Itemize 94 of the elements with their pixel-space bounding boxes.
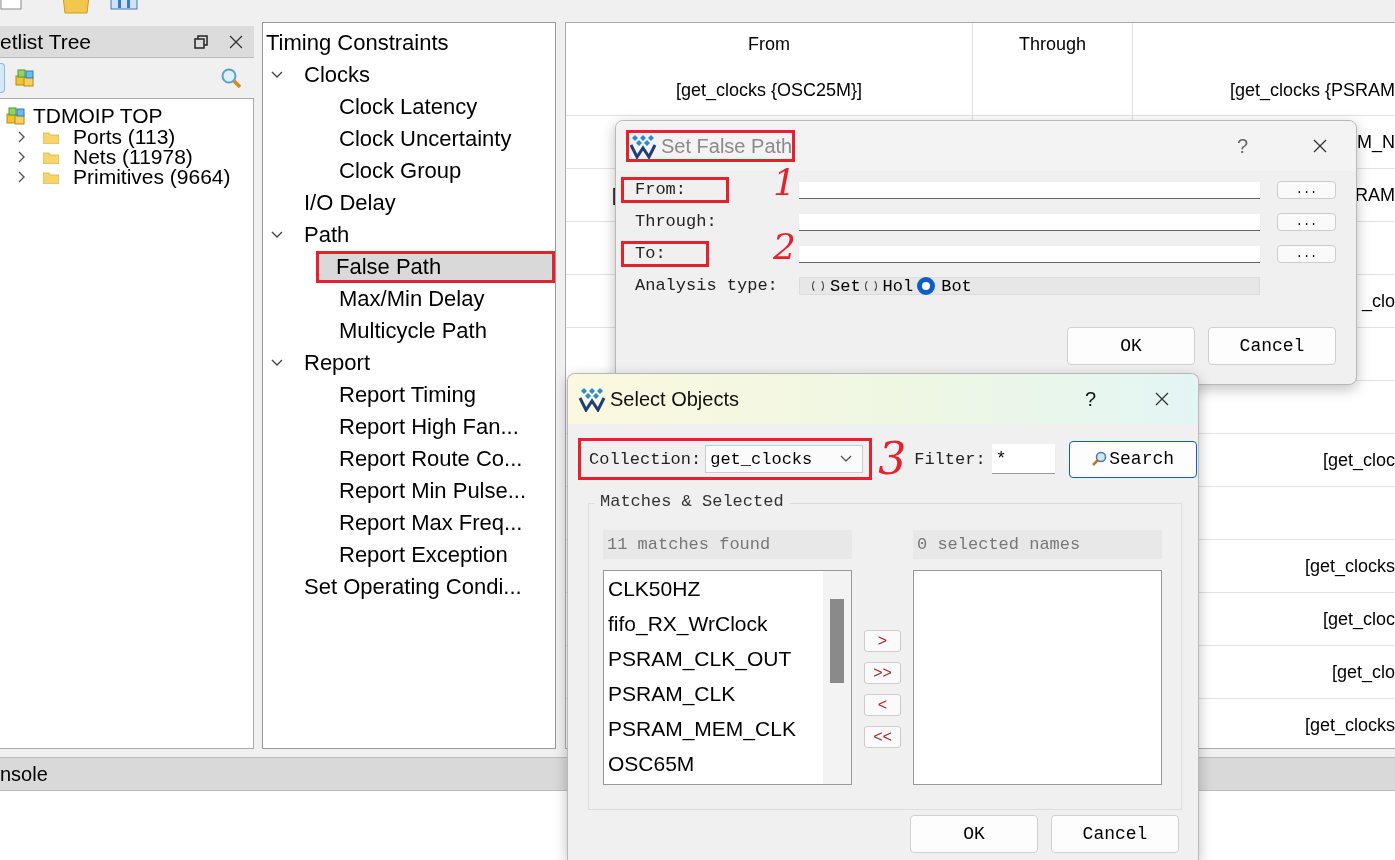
tree-item[interactable]: Report Route Co...	[336, 443, 555, 475]
list-item[interactable]: OSC65M	[608, 750, 823, 785]
tree-item[interactable]: Report Timing	[336, 379, 555, 411]
dialog-button[interactable]: Cancel	[1208, 327, 1336, 365]
dialog-button[interactable]: OK	[1067, 327, 1195, 365]
logo-icon	[629, 133, 657, 159]
folder-icon	[62, 0, 90, 14]
tree-item[interactable]: Nets (11978)	[73, 147, 193, 167]
tree-item[interactable]: Report Max Freq...	[336, 507, 555, 539]
folder-icon	[43, 170, 59, 184]
tree-item[interactable]: Clocks	[301, 59, 555, 91]
table-cell: [get_cloc	[1322, 608, 1395, 630]
move-button[interactable]: >>	[864, 662, 901, 684]
help-button[interactable]: ?	[1084, 387, 1096, 411]
page-icon	[0, 0, 22, 10]
tree-item[interactable]: Ports (113)	[73, 127, 176, 147]
table-cell: M_N	[1357, 131, 1395, 153]
panel-title: etlist Tree	[0, 29, 93, 54]
count-label: 0 selected names	[913, 530, 1162, 559]
close-icon	[1154, 391, 1170, 407]
tree-item[interactable]: Path	[301, 219, 555, 251]
move-button[interactable]: <	[864, 694, 901, 716]
column-header[interactable]: From	[748, 33, 790, 55]
annotation-number: 2	[773, 229, 796, 265]
tree-item[interactable]: False Path	[316, 251, 555, 283]
tree-item[interactable]: Report High Fan...	[336, 411, 555, 443]
table-cell: [get_clocks	[1304, 555, 1395, 577]
dialog-button[interactable]: OK	[910, 815, 1038, 853]
field-label: Through:	[634, 211, 718, 233]
folder-icon	[43, 150, 59, 164]
restore-icon	[194, 34, 208, 49]
browse-button[interactable]: ...	[1277, 181, 1336, 199]
field-label: Filter:	[914, 449, 986, 469]
table-cell: [get_cloc	[1322, 449, 1395, 471]
field-label: From:	[621, 177, 729, 203]
column-header[interactable]: Through	[1018, 33, 1086, 55]
radio-option[interactable]: Bot	[917, 276, 972, 296]
list-item[interactable]: PSRAM_MEM_CLK	[608, 715, 823, 750]
browse-button[interactable]: ...	[1277, 213, 1336, 231]
search-icon	[220, 67, 242, 89]
cubes-icon	[15, 69, 35, 87]
scrollbar[interactable]	[823, 571, 851, 784]
field-label: Collection:	[589, 449, 702, 469]
list-item[interactable]: CLK50HZ	[608, 575, 823, 610]
tree-item[interactable]: Report	[301, 347, 555, 379]
logo-icon	[578, 386, 606, 412]
table-cell: _clo	[1361, 290, 1395, 312]
search-icon	[1091, 451, 1108, 467]
browse-button[interactable]: ...	[1277, 245, 1336, 263]
dialog-button[interactable]: Cancel	[1051, 815, 1179, 853]
folder-icon	[43, 130, 59, 144]
dialog-title: Set False Path	[661, 134, 793, 158]
list-item[interactable]: PSRAM_CLK_OUT	[608, 645, 823, 680]
tree-item[interactable]: Max/Min Delay	[336, 283, 555, 315]
field-label: To:	[621, 241, 709, 267]
table-cell: [get_clocks {PSRAM	[1229, 79, 1395, 101]
search-button[interactable]: Search	[1068, 440, 1197, 478]
move-button[interactable]: >	[864, 630, 901, 652]
field-label: Analysis type:	[634, 276, 779, 296]
count-label: 11 matches found	[603, 530, 852, 559]
tree-item[interactable]: Set Operating Condi...	[301, 571, 555, 603]
tree-item[interactable]: Clock Uncertainty	[336, 123, 555, 155]
dialog-title: Select Objects	[610, 387, 739, 411]
annotation-number: 3	[878, 437, 907, 481]
tree-item[interactable]: Primitives (9664)	[73, 167, 231, 187]
dropdown[interactable]: get_clocks	[705, 445, 864, 473]
tree-item[interactable]: Clock Latency	[336, 91, 555, 123]
window-icon	[110, 0, 138, 10]
list-item[interactable]: PSRAM_CLK	[608, 680, 823, 715]
annotation-number: 1	[773, 165, 796, 201]
list-item[interactable]: fifo_RX_WrClock	[608, 610, 823, 645]
input-field[interactable]	[799, 213, 1260, 231]
radio-option[interactable]: Hol	[864, 276, 914, 296]
input-field[interactable]: *	[991, 444, 1055, 474]
move-button[interactable]: <<	[864, 726, 901, 748]
tree-item[interactable]: Report Exception	[336, 539, 555, 571]
tree-item[interactable]: TDMOIP TOP	[33, 106, 163, 126]
table-cell: [get_clocks {OSC25M}]	[675, 79, 863, 101]
input-field[interactable]	[799, 245, 1260, 263]
close-icon	[228, 33, 244, 50]
scroll-thumb[interactable]	[830, 599, 844, 683]
close-icon	[1312, 138, 1328, 154]
tree-item[interactable]: Multicycle Path	[336, 315, 555, 347]
caret-icon	[840, 455, 853, 463]
radio-option[interactable]: Set	[812, 276, 861, 296]
panel-title: nsole	[0, 762, 48, 786]
table-cell: [get_clocks	[1304, 714, 1395, 736]
tree-item[interactable]: Timing Constraints	[263, 27, 555, 59]
cubes-icon	[6, 107, 26, 125]
tree-item[interactable]: I/O Delay	[301, 187, 555, 219]
tree-item[interactable]: Report Min Pulse...	[336, 475, 555, 507]
input-field[interactable]	[799, 181, 1260, 199]
table-cell: [get_clo	[1331, 661, 1395, 683]
tree-item[interactable]: Clock Group	[336, 155, 555, 187]
